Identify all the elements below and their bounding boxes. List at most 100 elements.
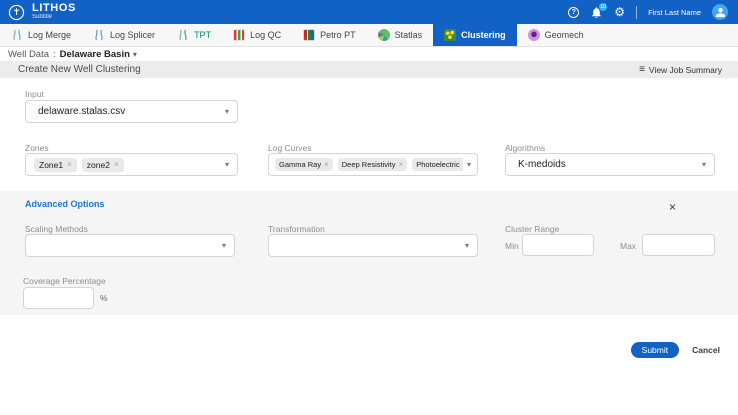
tab-log-qc[interactable]: Log QC <box>222 24 292 46</box>
chevron-down-icon: ▾ <box>702 160 706 169</box>
remove-chip-icon[interactable]: × <box>324 160 329 169</box>
tab-label: TPT <box>194 30 211 40</box>
selected-well-data: Delaware Basin <box>60 49 130 60</box>
statlas-icon <box>378 29 390 41</box>
tab-log-splicer[interactable]: Log Splicer <box>82 24 166 46</box>
chevron-down-icon: ▾ <box>225 160 229 169</box>
algorithms-label: Algorithms <box>505 143 545 153</box>
remove-chip-icon[interactable]: × <box>399 160 404 169</box>
tab-statlas[interactable]: Statlas <box>367 24 434 46</box>
log-curves-select[interactable]: Gamma Ray × Deep Resistivity × Photoelec… <box>268 153 478 176</box>
user-name: First Last Name <box>648 8 701 17</box>
log-curve-chip[interactable]: Photoelectric × <box>412 158 463 171</box>
chip-label: Deep Resistivity <box>342 160 396 169</box>
notification-badge: 10 <box>599 3 607 11</box>
cancel-button[interactable]: Cancel <box>692 345 720 355</box>
section-header: Create New Well Clustering ≡ View Job Su… <box>0 61 738 78</box>
tab-label: Log Merge <box>28 30 71 40</box>
header-divider <box>636 6 637 19</box>
algorithms-select[interactable]: K-medoids ▾ <box>505 153 715 176</box>
transformation-label: Transformation <box>268 224 325 234</box>
log-curve-chip[interactable]: Gamma Ray × <box>275 158 333 171</box>
coverage-percentage-label: Coverage Percentage <box>23 276 106 286</box>
chip-label: Photoelectric <box>416 160 459 169</box>
log-curve-chip[interactable]: Deep Resistivity × <box>338 158 407 171</box>
input-select[interactable]: delaware.stalas.csv ▾ <box>25 100 238 123</box>
tab-label: Log QC <box>250 30 281 40</box>
log-curves-chips: Gamma Ray × Deep Resistivity × Photoelec… <box>275 158 463 171</box>
tpt-icon <box>177 29 189 41</box>
tab-label: Geomech <box>545 30 584 40</box>
petro-pt-icon <box>303 29 315 41</box>
tab-label: Clustering <box>461 30 506 40</box>
view-job-summary-button[interactable]: ≡ View Job Summary <box>639 64 722 75</box>
app-window: LITHOS Subtitle ? 10 ⚙ First Last Name <box>0 0 738 415</box>
user-avatar-icon[interactable] <box>712 4 728 20</box>
chip-label: Zone1 <box>39 160 63 170</box>
chip-label: zone2 <box>87 160 110 170</box>
submit-button[interactable]: Submit <box>631 342 679 358</box>
max-label: Max <box>620 241 636 251</box>
tab-label: Petro PT <box>320 30 356 40</box>
chevron-down-icon: ▾ <box>222 241 226 250</box>
log-curves-label: Log Curves <box>268 143 311 153</box>
breadcrumb-prefix: Well Data <box>8 49 49 60</box>
tab-geomech[interactable]: Geomech <box>517 24 595 46</box>
cluster-range-label: Cluster Range <box>505 224 559 234</box>
well-data-selector[interactable]: Delaware Basin ▾ <box>60 49 137 60</box>
scaling-methods-select[interactable]: ▾ <box>25 234 235 257</box>
header-actions: ? 10 ⚙ First Last Name <box>568 4 738 20</box>
chip-label: Gamma Ray <box>279 160 321 169</box>
brand-text: LITHOS Subtitle <box>32 3 76 21</box>
advanced-options-link[interactable]: Advanced Options <box>25 199 105 209</box>
page-title: Create New Well Clustering <box>18 64 141 75</box>
brand: LITHOS Subtitle <box>0 3 76 21</box>
tab-label: Log Splicer <box>110 30 155 40</box>
cluster-min-input[interactable] <box>522 234 594 256</box>
breadcrumb-separator: : <box>53 49 56 60</box>
app-logo-icon <box>8 4 25 21</box>
input-label: Input <box>25 89 44 99</box>
algorithms-value: K-medoids <box>518 159 698 170</box>
menu-icon: ≡ <box>639 64 645 75</box>
clustering-icon <box>444 29 456 41</box>
coverage-percentage-input[interactable] <box>23 287 94 309</box>
zone-chip[interactable]: Zone1 × <box>34 158 77 172</box>
breadcrumb: Well Data : Delaware Basin ▾ <box>0 47 738 61</box>
min-label: Min <box>505 241 519 251</box>
form-actions: Submit Cancel <box>631 342 720 358</box>
top-header: LITHOS Subtitle ? 10 ⚙ First Last Name <box>0 0 738 24</box>
log-splicer-icon <box>93 29 105 41</box>
tab-petro-pt[interactable]: Petro PT <box>292 24 367 46</box>
chevron-down-icon: ▾ <box>225 107 229 116</box>
notifications-icon[interactable]: 10 <box>590 6 603 19</box>
close-icon[interactable]: × <box>669 201 676 213</box>
zones-chips: Zone1 × zone2 × <box>34 158 221 172</box>
remove-chip-icon[interactable]: × <box>67 160 72 169</box>
module-tabbar: Log Merge Log Splicer TPT Log QC Petro P… <box>0 24 738 47</box>
chevron-down-icon: ▾ <box>465 241 469 250</box>
zones-select[interactable]: Zone1 × zone2 × ▾ <box>25 153 238 176</box>
help-icon[interactable]: ? <box>568 7 579 18</box>
log-merge-icon <box>11 29 23 41</box>
remove-chip-icon[interactable]: × <box>114 160 119 169</box>
tab-log-merge[interactable]: Log Merge <box>0 24 82 46</box>
log-qc-icon <box>233 29 245 41</box>
transformation-select[interactable]: ▾ <box>268 234 478 257</box>
input-value: delaware.stalas.csv <box>38 106 221 117</box>
tab-tpt[interactable]: TPT <box>166 24 222 46</box>
tab-clustering[interactable]: Clustering <box>433 24 517 46</box>
view-job-summary-label: View Job Summary <box>649 65 722 75</box>
geomech-icon <box>528 29 540 41</box>
app-subtitle: Subtitle <box>32 14 76 21</box>
zones-label: Zones <box>25 143 49 153</box>
chevron-down-icon: ▾ <box>467 160 471 169</box>
percent-suffix: % <box>100 293 108 303</box>
chevron-down-icon: ▾ <box>133 50 137 59</box>
tab-label: Statlas <box>395 30 423 40</box>
zone-chip[interactable]: zone2 × <box>82 158 124 172</box>
settings-icon[interactable]: ⚙ <box>614 6 625 18</box>
cluster-max-input[interactable] <box>642 234 715 256</box>
scaling-methods-label: Scaling Methods <box>25 224 88 234</box>
app-title: LITHOS <box>32 3 76 14</box>
